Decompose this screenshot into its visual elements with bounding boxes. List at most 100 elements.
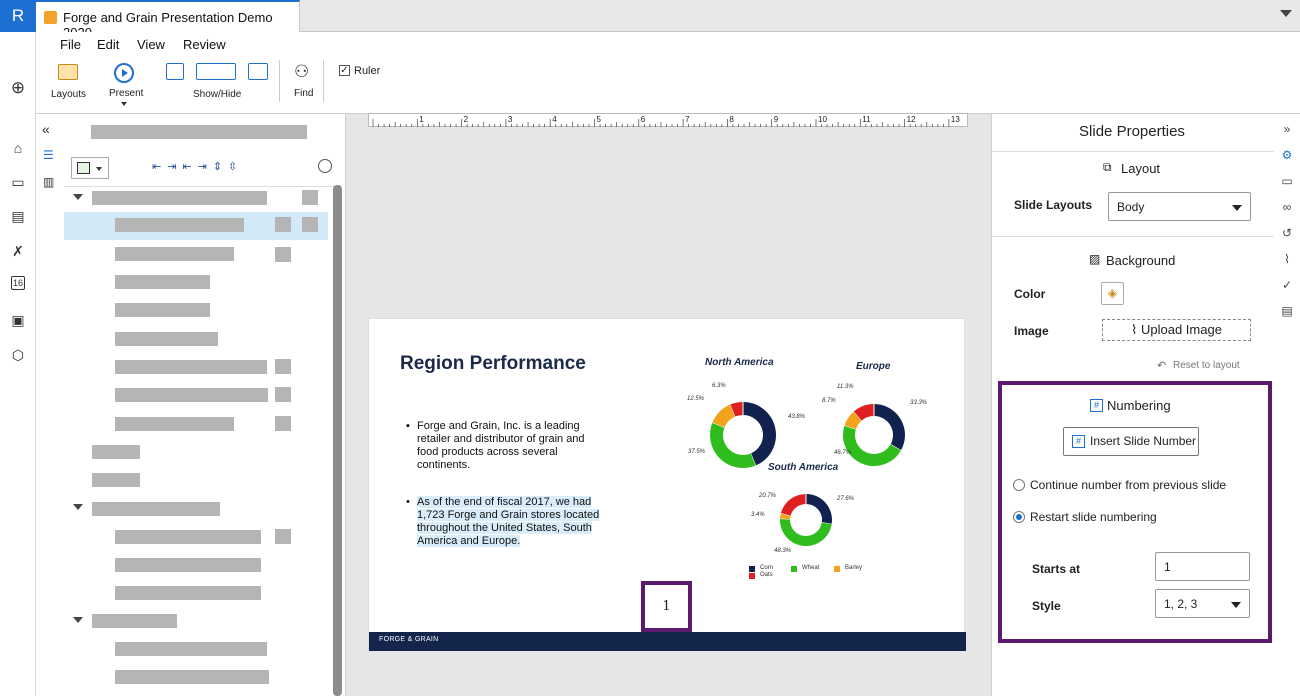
- restart-numbering-radio[interactable]: [1013, 511, 1025, 523]
- outline-tree-icon[interactable]: ☰: [43, 148, 54, 162]
- outline-item-badge: [275, 387, 291, 402]
- donut-slice-corn: [873, 404, 905, 451]
- tab-menu-chevron-icon[interactable]: [1280, 10, 1292, 17]
- slide-layouts-select[interactable]: Body: [1108, 192, 1251, 221]
- spellcheck-icon[interactable]: [248, 63, 268, 80]
- menu-review[interactable]: Review: [183, 37, 226, 52]
- outline-item[interactable]: [115, 303, 210, 317]
- outline-item[interactable]: [115, 558, 261, 572]
- data-label: 46.7%: [834, 450, 852, 456]
- show-hide-label: Show/Hide: [193, 89, 242, 100]
- notes-panel-icon[interactable]: ▤: [1279, 304, 1295, 320]
- status-circle-icon[interactable]: [318, 159, 332, 173]
- attachment-icon[interactable]: ⌇: [1279, 252, 1295, 268]
- calendar-icon[interactable]: 16: [11, 276, 25, 290]
- insert-slide-number-label: Insert Slide Number: [1090, 434, 1197, 448]
- outline-item[interactable]: [115, 670, 269, 684]
- paperclip-icon: ⌇: [1131, 322, 1141, 337]
- binoculars-icon[interactable]: ⚇: [294, 62, 309, 82]
- data-label: 27.6%: [837, 496, 855, 502]
- horizontal-ruler[interactable]: 1 2 3 4 5 6 7 8 9 10 11 12 13: [368, 113, 968, 127]
- check-circle-icon[interactable]: ✓: [1279, 278, 1295, 294]
- layouts-icon[interactable]: [58, 64, 78, 80]
- expand-icon[interactable]: [73, 504, 83, 510]
- history-icon[interactable]: ↺: [1279, 226, 1295, 242]
- chevron-down-icon: [1232, 205, 1242, 211]
- menu-file[interactable]: File: [60, 37, 81, 52]
- slide-footer: FORGE & GRAIN: [369, 632, 966, 651]
- document-tab[interactable]: Forge and Grain Presentation Demo 2020: [36, 0, 300, 40]
- menu-edit[interactable]: Edit: [97, 37, 119, 52]
- grid-view-icon[interactable]: [166, 63, 184, 80]
- ruler-ticks: 1 2 3 4 5 6 7 8 9 10 11 12 13: [372, 115, 960, 127]
- outline-item[interactable]: [115, 388, 268, 402]
- outline-item[interactable]: [115, 417, 234, 431]
- donut-slice-corn: [805, 494, 832, 525]
- outline-item[interactable]: [92, 191, 267, 205]
- ruler-checkbox[interactable]: ✓: [339, 65, 350, 76]
- ruler-number: 11: [862, 115, 871, 124]
- outline-item[interactable]: [115, 530, 261, 544]
- starts-at-input[interactable]: 1: [1155, 552, 1250, 581]
- link-icon[interactable]: ∞: [1279, 200, 1295, 216]
- panel-title: Slide Properties: [1079, 123, 1185, 140]
- variable-icon[interactable]: ✗: [9, 242, 27, 260]
- folder-icon[interactable]: ▭: [9, 173, 27, 191]
- reset-to-layout-link[interactable]: Reset to layout: [1173, 360, 1240, 371]
- insert-slide-number-button[interactable]: # Insert Slide Number: [1063, 427, 1199, 456]
- donut-slice-barley: [712, 404, 736, 428]
- outline-item[interactable]: [115, 642, 267, 656]
- outline-scrollbar[interactable]: [333, 185, 342, 696]
- reset-icon[interactable]: ↶: [1157, 359, 1166, 372]
- data-label: 33.3%: [910, 400, 928, 406]
- upload-image-button[interactable]: ⌇ Upload Image: [1102, 319, 1251, 341]
- layout-icon: ⧉: [1103, 160, 1112, 174]
- comments-attachments-icon[interactable]: [196, 63, 236, 80]
- restart-numbering-label: Restart slide numbering: [1030, 510, 1157, 524]
- outline-item[interactable]: [92, 502, 220, 516]
- collapse-panel-icon[interactable]: «: [42, 121, 50, 137]
- badge-icon[interactable]: ▣: [9, 311, 27, 329]
- home-icon[interactable]: ⌂: [9, 139, 27, 157]
- archive-icon[interactable]: ▤: [9, 207, 27, 225]
- present-dropdown-icon[interactable]: [121, 102, 127, 106]
- legend-label: Oats: [760, 572, 773, 578]
- ruler-number: 1: [419, 115, 424, 124]
- outline-item[interactable]: [92, 473, 140, 487]
- slide-layouts-label: Slide Layouts: [1014, 198, 1093, 212]
- cube-icon[interactable]: ⬡: [9, 346, 27, 364]
- notes-icon[interactable]: ▥: [43, 175, 54, 189]
- comment-icon[interactable]: ▭: [1279, 174, 1295, 190]
- expand-panel-icon[interactable]: »: [1279, 122, 1295, 138]
- ruler-number: 12: [907, 115, 916, 124]
- color-label: Color: [1014, 287, 1046, 301]
- slide-number-box[interactable]: 1: [641, 581, 692, 632]
- outline-item[interactable]: [92, 445, 140, 459]
- divider: [64, 186, 334, 187]
- paint-bucket-icon[interactable]: ◈: [1101, 282, 1124, 305]
- right-side-rail: » ⚙ ▭ ∞ ↺ ⌇ ✓ ▤: [1275, 114, 1300, 696]
- outline-item[interactable]: [115, 218, 244, 232]
- outline-item[interactable]: [115, 360, 267, 374]
- outline-tools[interactable]: ⇤⇥⇤⇥⇕⇳: [152, 160, 243, 173]
- outline-item[interactable]: [92, 614, 177, 628]
- continue-number-radio[interactable]: [1013, 479, 1025, 491]
- gear-icon[interactable]: ⚙: [1279, 148, 1295, 164]
- data-label: 3.4%: [751, 512, 765, 518]
- style-select[interactable]: 1, 2, 3: [1155, 589, 1250, 618]
- ribbon-divider: [323, 60, 324, 102]
- app-logo-icon[interactable]: R: [0, 0, 36, 32]
- outline-item[interactable]: [115, 275, 210, 289]
- add-icon[interactable]: ⊕: [9, 79, 27, 97]
- donut-slice-barley: [844, 411, 862, 430]
- numbering-icon: #: [1090, 399, 1103, 412]
- expand-icon[interactable]: [73, 617, 83, 623]
- outline-item[interactable]: [115, 586, 261, 600]
- present-icon[interactable]: [114, 63, 134, 83]
- outline-item[interactable]: [115, 247, 234, 261]
- expand-icon[interactable]: [73, 194, 83, 200]
- legend-label: Wheat: [802, 565, 820, 571]
- outline-item[interactable]: [115, 332, 218, 346]
- add-slide-button[interactable]: [71, 157, 109, 179]
- legend-swatch-barley: [834, 566, 840, 572]
